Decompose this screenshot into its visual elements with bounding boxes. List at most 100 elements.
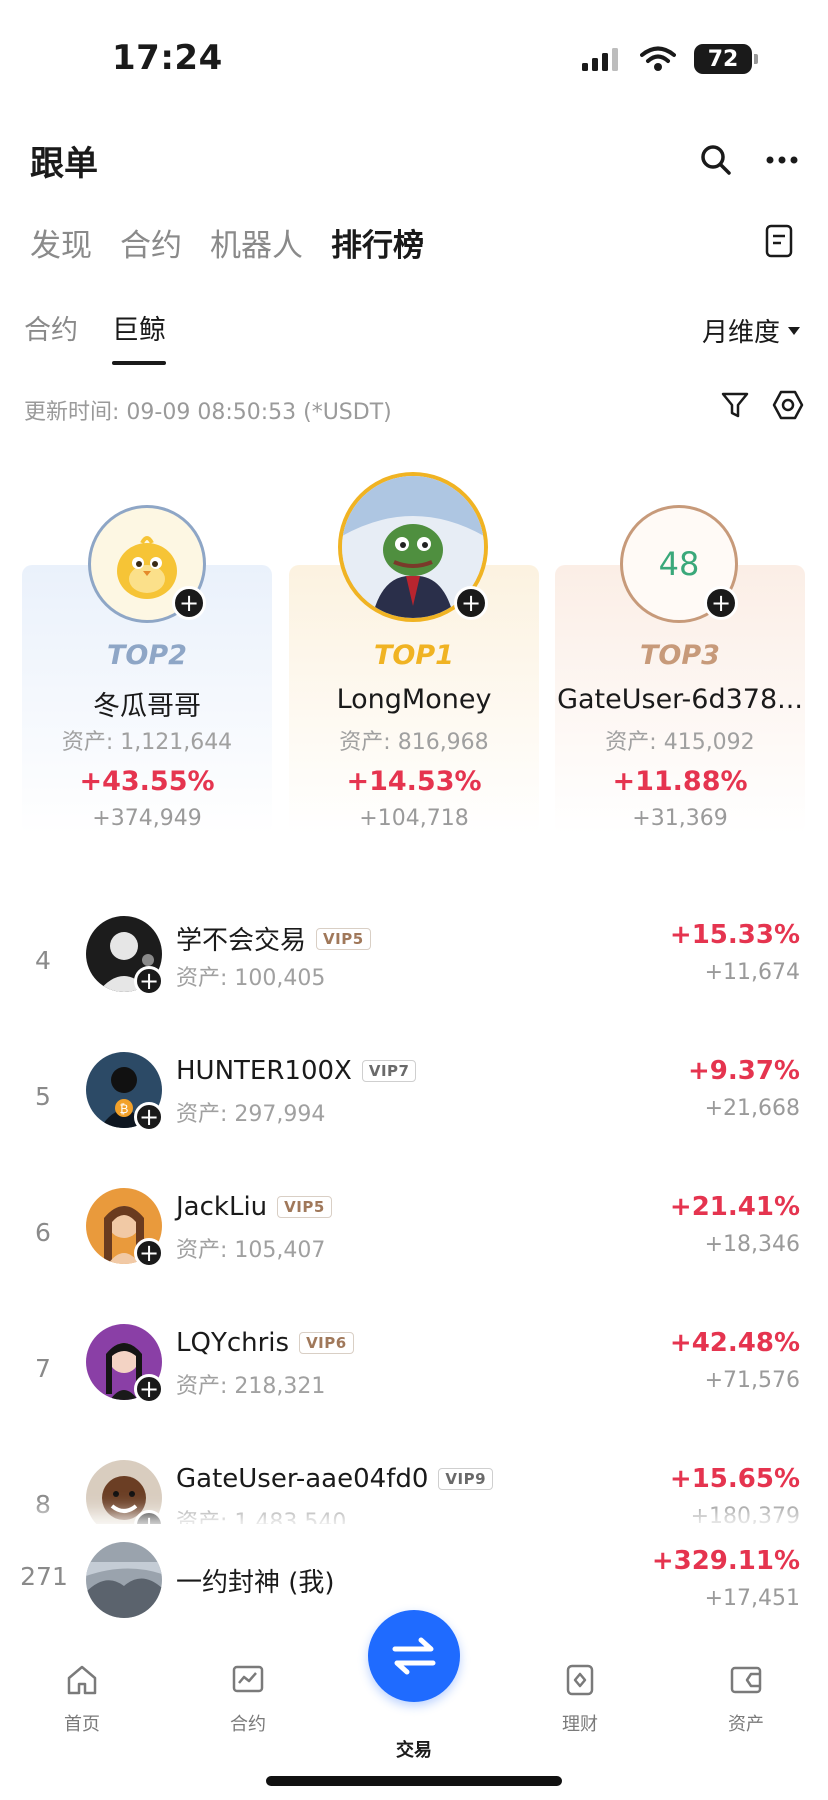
vip-badge: VIP5 (316, 927, 371, 950)
main-tabs: 发现 合约 机器人 排行榜 (30, 220, 424, 265)
podium-rank-top1: TOP1 (374, 640, 454, 671)
pnl-percent: +15.65% (669, 1464, 800, 1494)
podium-name-top1: LongMoney (336, 684, 492, 715)
search-icon[interactable] (696, 140, 736, 180)
pnl-amount: +18,346 (704, 1232, 800, 1257)
my-pnl-amount: +17,451 (704, 1586, 800, 1611)
tab-bots[interactable]: 机器人 (210, 220, 303, 265)
leaderboard-row[interactable]: 6 + JackLiu VIP5 资产: 105,407 +21.41% +18… (0, 1188, 828, 1308)
nav-home-label: 首页 (64, 1714, 100, 1735)
row-rank: 8 (35, 1490, 51, 1519)
follow-button[interactable]: + (134, 1102, 164, 1132)
tab-leaderboard[interactable]: 排行榜 (331, 220, 424, 265)
podium-assets-top3: 资产: 415,092 (605, 730, 755, 755)
podium-pnl-top3: +31,369 (632, 806, 728, 831)
pnl-percent: +21.41% (669, 1192, 800, 1222)
my-name: 一约封神 (我) (176, 1568, 335, 1598)
follow-button-top3[interactable]: + (704, 586, 738, 620)
wifi-icon (640, 46, 676, 71)
podium-name-top2: 冬瓜哥哥 (93, 691, 201, 722)
row-name-wrap: 学不会交易 VIP5 (176, 920, 371, 957)
nav-home[interactable]: 首页 (32, 1660, 132, 1736)
home-icon (62, 1660, 102, 1700)
nav-trade-label: 交易 (396, 1740, 432, 1761)
row-name-wrap: GateUser-aae04fd0 VIP9 (176, 1464, 494, 1494)
nav-assets[interactable]: 资产 (696, 1660, 796, 1736)
pnl-amount: +71,576 (704, 1368, 800, 1393)
dimension-select-label: 月维度 (701, 318, 780, 348)
row-name-wrap: LQYchris VIP6 (176, 1328, 354, 1358)
wallet-icon (726, 1660, 766, 1700)
follow-button[interactable]: + (134, 1238, 164, 1268)
more-icon[interactable] (762, 140, 802, 180)
subtab-whales[interactable]: 巨鲸 (112, 308, 166, 365)
nav-finance[interactable]: 理财 (530, 1660, 630, 1736)
caret-down-icon (788, 326, 800, 335)
nav-assets-label: 资产 (728, 1714, 764, 1735)
follow-button-top2[interactable]: + (172, 586, 206, 620)
vip-badge: VIP6 (299, 1332, 354, 1354)
leaderboard-row[interactable]: 7 + LQYchris VIP6 资产: 218,321 +42.48% +7… (0, 1324, 828, 1444)
sub-tabs: 合约 巨鲸 (24, 308, 166, 365)
podium-assets-top1: 资产: 816,968 (339, 730, 489, 755)
trader-assets: 资产: 100,405 (176, 966, 326, 991)
vip-badge: VIP7 (361, 1060, 417, 1082)
finance-icon (560, 1660, 600, 1700)
trader-name: HUNTER100X (176, 1056, 352, 1086)
my-rank: 271 (20, 1562, 68, 1591)
nav-contract-label: 合约 (230, 1714, 266, 1735)
trader-name: GateUser-aae04fd0 (176, 1464, 429, 1494)
podium-pnl-pct-top2: +43.55% (79, 766, 215, 797)
nav-contract[interactable]: 合约 (198, 1660, 298, 1736)
vip-badge: VIP5 (277, 1196, 332, 1218)
tab-contract[interactable]: 合约 (120, 220, 182, 265)
trader-name: LQYchris (176, 1328, 290, 1358)
leaderboard-row[interactable]: 5 ₿ + HUNTER100X VIP7 资产: 297,994 +9.37%… (0, 1052, 828, 1172)
my-pnl-percent: +329.11% (651, 1546, 800, 1576)
home-indicator (266, 1776, 562, 1786)
pnl-amount: +21,668 (704, 1096, 800, 1121)
svg-text:₿: ₿ (120, 1102, 129, 1116)
podium-avatar-text-top3: 48 (658, 545, 700, 583)
trade-button[interactable] (368, 1610, 460, 1702)
trader-assets: 资产: 297,994 (176, 1102, 326, 1127)
trader-assets: 资产: 105,407 (176, 1238, 326, 1263)
subtab-contract[interactable]: 合约 (24, 308, 78, 365)
settings-icon[interactable] (772, 390, 804, 424)
row-name-wrap: JackLiu VIP5 (176, 1192, 332, 1222)
row-rank: 4 (35, 946, 51, 975)
podium-pnl-top2: +374,949 (92, 806, 202, 831)
follow-button[interactable]: + (134, 1374, 164, 1404)
row-name-wrap: HUNTER100X VIP7 (176, 1056, 417, 1086)
vip-badge: VIP9 (438, 1468, 494, 1490)
page-title: 跟单 (30, 144, 98, 184)
status-time: 17:24 (112, 38, 223, 78)
tab-discover[interactable]: 发现 (30, 220, 92, 265)
podium-assets-top2: 资产: 1,121,644 (61, 730, 233, 755)
podium-pnl-pct-top1: +14.53% (346, 766, 482, 797)
battery-indicator: 72 (694, 44, 758, 74)
follow-button-top1[interactable]: + (454, 586, 488, 620)
nav-trade[interactable]: 交易 (364, 1736, 464, 1762)
document-icon[interactable] (764, 224, 794, 258)
dimension-select[interactable]: 月维度 (702, 312, 800, 349)
pnl-percent: +9.37% (688, 1056, 800, 1086)
pnl-percent: +42.48% (669, 1328, 800, 1358)
row-rank: 5 (35, 1082, 51, 1111)
nav-finance-label: 理财 (562, 1714, 598, 1735)
swap-icon (392, 1637, 436, 1675)
update-time: 更新时间: 09-09 08:50:53 (*USDT) (24, 400, 392, 425)
row-rank: 6 (35, 1218, 51, 1247)
leaderboard-row[interactable]: 4 + 学不会交易 VIP5 资产: 100,405 +15.33% +11,6… (0, 916, 828, 1036)
row-rank: 7 (35, 1354, 51, 1383)
filter-icon[interactable] (720, 390, 750, 424)
podium-rank-top2: TOP2 (107, 640, 187, 671)
trader-name: 学不会交易 (176, 926, 307, 956)
trader-name: JackLiu (176, 1192, 268, 1222)
follow-button[interactable]: + (134, 966, 164, 996)
podium-name-top3: GateUser-6d378... (557, 684, 803, 715)
my-avatar[interactable] (86, 1542, 162, 1618)
podium-rank-top3: TOP3 (640, 640, 720, 671)
podium-pnl-pct-top3: +11.88% (612, 766, 748, 797)
trader-assets: 资产: 218,321 (176, 1374, 326, 1399)
